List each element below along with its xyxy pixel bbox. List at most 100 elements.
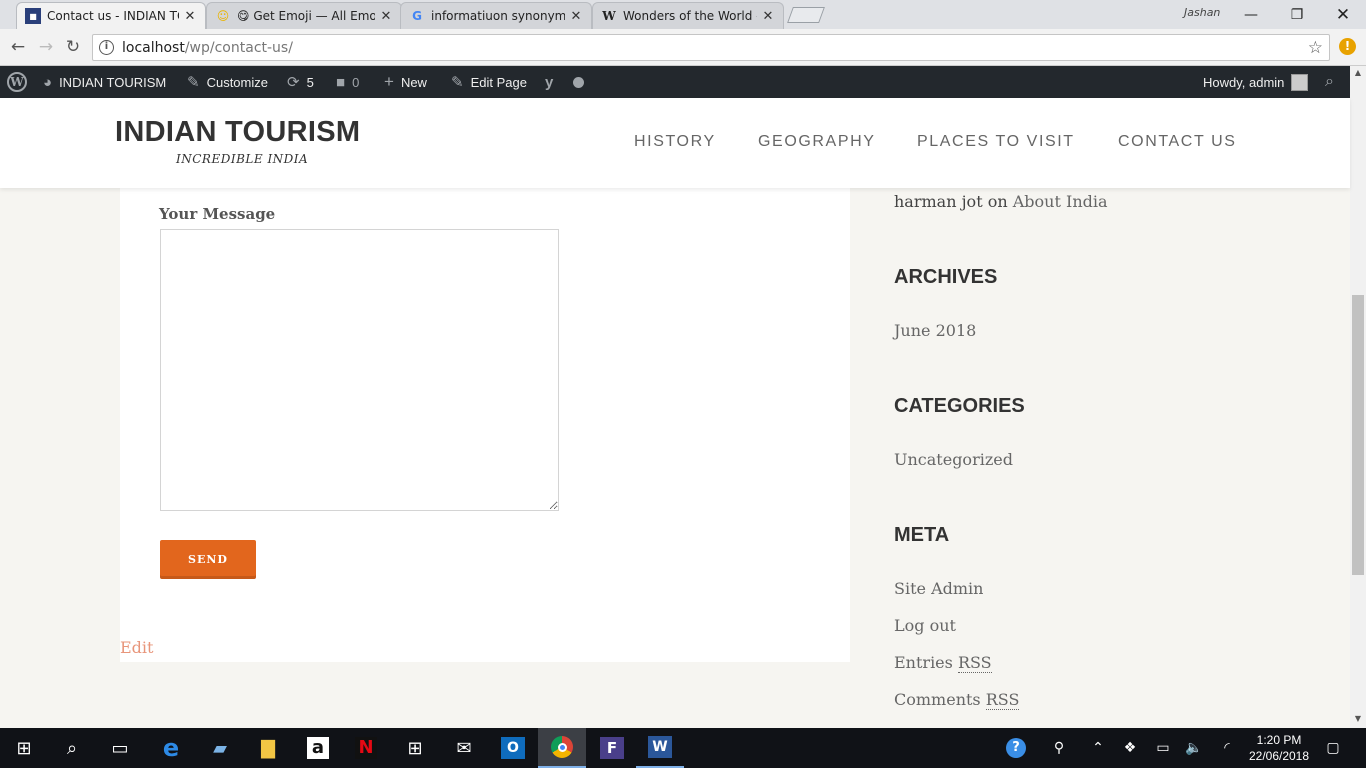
edit-page-link[interactable]: ✎ Edit Page — [451, 66, 527, 98]
tab-wikipedia[interactable]: W Wonders of the World - ✕ — [592, 2, 784, 29]
message-textarea[interactable] — [160, 229, 559, 511]
nav-geography[interactable]: GEOGRAPHY — [758, 133, 876, 151]
netflix-icon[interactable]: N — [342, 728, 390, 768]
restore-icon[interactable]: ❐ — [1274, 0, 1320, 29]
comments-rss-link[interactable]: Comments RSS — [894, 690, 1020, 710]
pencil-icon: ✎ — [451, 74, 464, 91]
volume-icon[interactable]: 🔈 — [1183, 728, 1205, 768]
bookmark-star-icon[interactable]: ☆ — [1308, 38, 1323, 58]
site-admin-link[interactable]: Site Admin — [894, 579, 983, 598]
entries-rss-link[interactable]: Entries RSS — [894, 653, 992, 673]
fonts-app-icon[interactable]: F — [588, 728, 636, 768]
clock-date: 22/06/2018 — [1248, 749, 1310, 763]
profile-name[interactable]: Jashan — [1184, 6, 1220, 19]
updates-count: 5 — [306, 74, 314, 90]
meta-heading: META — [894, 524, 950, 546]
nav-contact-us[interactable]: CONTACT US — [1118, 133, 1237, 151]
minimize-icon[interactable]: — — [1228, 0, 1274, 29]
seo-status-dot-icon[interactable] — [573, 66, 584, 98]
tab-title: Contact us - INDIAN TOU — [47, 9, 179, 23]
search-icon[interactable]: ⌕ — [1325, 66, 1334, 98]
new-content-link[interactable]: + New — [384, 66, 427, 98]
file-explorer-icon[interactable]: ▇ — [244, 728, 292, 768]
close-tab-icon[interactable]: ✕ — [379, 9, 393, 24]
clock-time: 1:20 PM — [1256, 733, 1302, 747]
category-uncategorized-link[interactable]: Uncategorized — [894, 450, 1013, 469]
close-tab-icon[interactable]: ✕ — [569, 9, 583, 24]
updates-link[interactable]: ⟳ 5 — [287, 66, 314, 98]
info-icon[interactable]: i — [99, 40, 114, 55]
windows-start-icon[interactable]: ⊞ — [0, 728, 48, 768]
archive-june-2018-link[interactable]: June 2018 — [894, 321, 976, 340]
nav-history[interactable]: HISTORY — [634, 133, 716, 151]
browser-toolbar: ← → ↻ i localhost/wp/contact-us/ ☆ ! — [0, 29, 1366, 66]
forward-arrow-icon[interactable]: → — [36, 37, 56, 57]
tray-chevron-icon[interactable]: ⌃ — [1088, 728, 1108, 768]
comment-on: on — [987, 192, 1008, 211]
archives-heading: ARCHIVES — [894, 266, 998, 288]
dropbox-icon[interactable]: ❖ — [1120, 728, 1140, 768]
site-title[interactable]: INDIAN TOURISM — [115, 116, 360, 149]
mail-icon[interactable]: ✉ — [440, 728, 488, 768]
search-icon[interactable]: ⌕ — [48, 728, 96, 768]
wikipedia-favicon-icon: W — [602, 9, 616, 23]
scroll-down-arrow-icon[interactable]: ▼ — [1352, 714, 1364, 723]
yoast-seo-icon[interactable]: y — [545, 66, 553, 98]
store-icon[interactable]: ⊞ — [391, 728, 439, 768]
admin-site-name[interactable]: ◕ INDIAN TOURISM — [43, 66, 166, 98]
reload-icon[interactable]: ↻ — [63, 37, 83, 57]
close-tab-icon[interactable]: ✕ — [761, 9, 775, 24]
url-host: localhost — [122, 39, 185, 56]
brush-icon: ✎ — [187, 74, 200, 91]
battery-icon[interactable]: ▭ — [1152, 728, 1174, 768]
pc-manager-icon[interactable]: ▰ — [196, 728, 244, 768]
tab-google-search[interactable]: G informatiuon synonym - ✕ — [400, 2, 592, 29]
google-favicon-icon: G — [412, 9, 422, 23]
scroll-up-arrow-icon[interactable]: ▲ — [1352, 68, 1364, 77]
comments-count: 0 — [352, 74, 360, 90]
wordpress-logo-icon[interactable]: W — [7, 66, 27, 98]
comment-author: harman jot — [894, 192, 983, 211]
url-path: /wp/contact-us/ — [184, 39, 293, 56]
close-window-icon[interactable]: ✕ — [1320, 0, 1366, 29]
rss-abbr: RSS — [957, 653, 992, 673]
customize-link[interactable]: ✎ Customize — [187, 66, 268, 98]
comment-post-link[interactable]: About India — [1013, 192, 1108, 211]
edit-link[interactable]: Edit — [120, 638, 153, 657]
wifi-icon[interactable]: ◜ — [1216, 728, 1238, 768]
recent-comment: harman jot on About India — [894, 192, 1108, 211]
customize-label: Customize — [206, 74, 268, 90]
nav-places-to-visit[interactable]: PLACES TO VISIT — [917, 133, 1075, 151]
notifications-icon[interactable]: ▢ — [1320, 728, 1346, 768]
comments-link[interactable]: ■ 0 — [336, 66, 359, 98]
log-out-link[interactable]: Log out — [894, 616, 956, 635]
edge-browser-icon[interactable]: e — [147, 728, 195, 768]
scrollbar-thumb[interactable] — [1352, 295, 1364, 575]
outlook-icon[interactable]: O — [489, 728, 537, 768]
word-icon[interactable]: W — [636, 728, 684, 768]
alert-icon[interactable]: ! — [1339, 38, 1356, 55]
back-arrow-icon[interactable]: ← — [8, 37, 28, 57]
amazon-icon[interactable]: a — [294, 728, 342, 768]
site-favicon-icon: ■ — [25, 8, 41, 24]
chrome-icon[interactable] — [538, 728, 586, 768]
send-button[interactable]: SEND — [160, 540, 256, 579]
comments-label: Comments — [894, 690, 981, 709]
wp-admin-bar: W ◕ INDIAN TOURISM ✎ Customize ⟳ 5 ■ 0 +… — [0, 66, 1366, 98]
plus-icon: + — [384, 72, 394, 91]
clock[interactable]: 1:20 PM 22/06/2018 — [1244, 732, 1314, 764]
help-icon[interactable]: ? — [1003, 728, 1029, 768]
dashboard-icon: ◕ — [43, 73, 53, 91]
people-icon[interactable]: ⚲ — [1046, 728, 1072, 768]
message-label: Your Message — [159, 205, 276, 223]
account-menu[interactable]: Howdy, admin — [1203, 66, 1309, 98]
task-view-icon[interactable]: ▭ — [96, 728, 144, 768]
address-bar[interactable]: i localhost/wp/contact-us/ ☆ — [92, 34, 1330, 61]
close-tab-icon[interactable]: ✕ — [183, 9, 197, 24]
tab-title: informatiuon synonym - — [431, 9, 565, 23]
updates-icon: ⟳ — [287, 74, 300, 91]
tab-contact-us[interactable]: ■ Contact us - INDIAN TOU ✕ — [16, 2, 206, 29]
new-tab-button[interactable] — [787, 7, 825, 23]
avatar — [1291, 73, 1309, 91]
tab-get-emoji[interactable]: ☺ 😋 Get Emoji — All Emoj ✕ — [206, 2, 402, 29]
